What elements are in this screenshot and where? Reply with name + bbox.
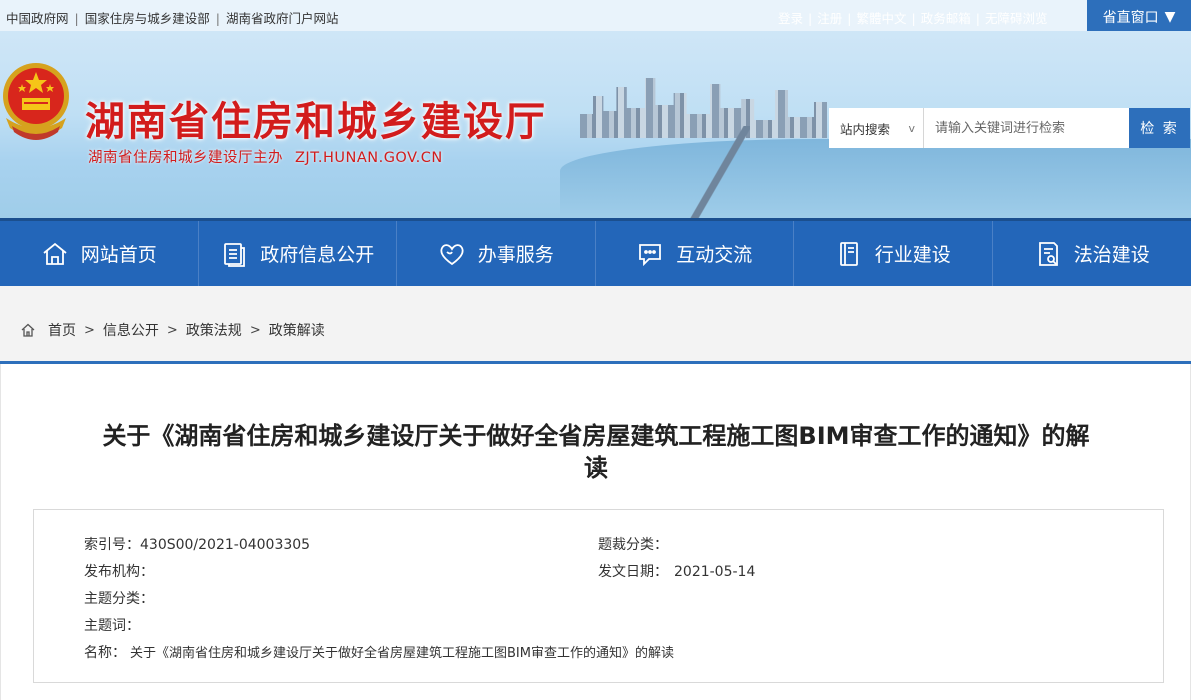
meta-label: 索引号： bbox=[84, 537, 140, 553]
meta-index-number: 索引号：430S00/2021-04003305 bbox=[84, 534, 310, 554]
link-separator: | bbox=[74, 11, 79, 26]
site-title: 湖南省住房和城乡建设厅 bbox=[85, 99, 547, 145]
link-gov-china[interactable]: 中国政府网 bbox=[6, 11, 69, 26]
nav-label: 法治建设 bbox=[1073, 244, 1150, 266]
link-hunan-gov[interactable]: 湖南省政府门户网站 bbox=[226, 11, 339, 26]
link-separator: | bbox=[911, 11, 916, 26]
home-icon bbox=[21, 323, 35, 337]
meta-label: 名称： bbox=[84, 645, 126, 661]
search-scope-label: 站内搜索 bbox=[840, 121, 891, 137]
link-separator: | bbox=[215, 11, 220, 26]
breadcrumb-home[interactable]: 首页 bbox=[48, 320, 76, 340]
breadcrumb-separator: > bbox=[166, 322, 178, 338]
article-content: 关于《湖南省住房和城乡建设厅关于做好全省房屋建筑工程施工图BIM审查工作的通知》… bbox=[0, 364, 1191, 700]
breadcrumb-policy-regulations[interactable]: 政策法规 bbox=[186, 320, 242, 340]
nav-item-services[interactable]: 办事服务 bbox=[397, 221, 596, 286]
register-link[interactable]: 注册 bbox=[817, 11, 842, 26]
law-icon bbox=[1038, 241, 1058, 266]
meta-label: 题裁分类： bbox=[598, 537, 668, 553]
breadcrumb-separator: > bbox=[84, 322, 95, 338]
article-title-line-1: 关于《湖南省住房和城乡建设厅关于做好全省房屋建筑工程施工图BIM审查工作的通知》… bbox=[102, 422, 1090, 450]
dropdown-arrow-icon: ▼ bbox=[1164, 8, 1176, 25]
link-separator: | bbox=[847, 11, 852, 26]
link-separator: | bbox=[808, 11, 813, 26]
chat-icon bbox=[639, 243, 662, 266]
traditional-chinese-link[interactable]: 繁體中文 bbox=[856, 11, 906, 26]
nav-label: 办事服务 bbox=[477, 244, 554, 266]
book-icon bbox=[839, 241, 858, 266]
nav-item-gov-info[interactable]: 政府信息公开 bbox=[199, 221, 397, 286]
site-domain: ZJT.HUNAN.GOV.CN bbox=[295, 150, 443, 166]
meta-value: 430S00/2021-04003305 bbox=[140, 537, 311, 553]
home-icon bbox=[43, 242, 67, 265]
article-title: 关于《湖南省住房和城乡建设厅关于做好全省房屋建筑工程施工图BIM审查工作的通知》… bbox=[31, 420, 1161, 484]
nav-label: 政府信息公开 bbox=[260, 244, 375, 266]
nav-item-industry[interactable]: 行业建设 bbox=[794, 221, 993, 286]
meta-topic-category: 主题分类： bbox=[84, 588, 154, 608]
main-nav: 网站首页 政府信息公开 办事服务 互动交流 行业建设 法治建设 bbox=[0, 218, 1191, 286]
meta-document-name: 名称： 关于《湖南省住房和城乡建设厅关于做好全省房屋建筑工程施工图BIM审查工作的… bbox=[84, 642, 674, 662]
nav-item-interaction[interactable]: 互动交流 bbox=[596, 221, 794, 286]
breadcrumb-policy-interpretation[interactable]: 政策解读 bbox=[269, 320, 325, 340]
top-bar: 中国政府网 | 国家住房与城乡建设部 | 湖南省政府门户网站 登录 | 注册 | 繁體中文 | 政务… bbox=[0, 0, 1191, 33]
link-separator: | bbox=[975, 11, 980, 26]
national-emblem-icon bbox=[3, 63, 69, 140]
provincial-window-button[interactable]: 省直窗口 ▼ bbox=[1087, 0, 1191, 33]
user-links: 登录 | 注册 | 繁體中文 | 政务邮箱 | 无障碍浏览 bbox=[778, 8, 1047, 27]
link-mohurd[interactable]: 国家住房与城乡建设部 bbox=[85, 11, 210, 26]
article-title-line-2: 读 bbox=[584, 454, 608, 482]
nav-item-home[interactable]: 网站首页 bbox=[0, 221, 199, 286]
external-links: 中国政府网 | 国家住房与城乡建设部 | 湖南省政府门户网站 bbox=[6, 8, 338, 27]
document-metadata-box: 索引号：430S00/2021-04003305 题裁分类： 发布机构： 发文日… bbox=[33, 509, 1164, 683]
search-scope-select[interactable]: 站内搜索 v bbox=[829, 108, 924, 148]
breadcrumb-separator: > bbox=[249, 322, 261, 338]
meta-label: 发文日期： bbox=[598, 564, 668, 580]
meta-label: 主题词： bbox=[84, 618, 140, 634]
search-button[interactable]: 检 索 bbox=[1129, 108, 1190, 148]
meta-publisher: 发布机构： bbox=[84, 561, 154, 581]
nav-label: 互动交流 bbox=[676, 244, 753, 266]
chevron-down-icon: v bbox=[908, 121, 915, 135]
meta-value: 关于《湖南省住房和城乡建设厅关于做好全省房屋建筑工程施工图BIM审查工作的通知》… bbox=[130, 646, 674, 661]
nav-label: 网站首页 bbox=[80, 244, 157, 266]
nav-item-rule-of-law[interactable]: 法治建设 bbox=[993, 221, 1191, 286]
provincial-window-label: 省直窗口 bbox=[1102, 9, 1159, 26]
accessibility-link[interactable]: 无障碍浏览 bbox=[985, 11, 1048, 26]
banner-river-image bbox=[560, 139, 1191, 218]
login-link[interactable]: 登录 bbox=[778, 11, 803, 26]
nav-label: 行业建设 bbox=[874, 244, 951, 266]
meta-keywords: 主题词： bbox=[84, 615, 140, 635]
meta-label: 主题分类： bbox=[84, 591, 154, 607]
breadcrumb-info-public[interactable]: 信息公开 bbox=[103, 320, 159, 340]
meta-value: 2021-05-14 bbox=[674, 564, 756, 580]
breadcrumb: 首页 > 信息公开 > 政策法规 > 政策解读 bbox=[20, 320, 325, 340]
banner-bridge-image bbox=[690, 126, 750, 218]
meta-issue-date: 发文日期： 2021-05-14 bbox=[598, 561, 755, 581]
gov-mail-link[interactable]: 政务邮箱 bbox=[921, 11, 971, 26]
document-icon bbox=[224, 242, 246, 267]
meta-label: 发布机构： bbox=[84, 564, 154, 580]
breadcrumb-bar: 首页 > 信息公开 > 政策法规 > 政策解读 bbox=[0, 286, 1191, 363]
site-host-text: 湖南省住房和城乡建设厅主办 bbox=[88, 150, 283, 166]
site-subtitle: 湖南省住房和城乡建设厅主办 ZJT.HUNAN.GOV.CN bbox=[88, 146, 443, 167]
heart-icon bbox=[440, 243, 464, 265]
site-search: 站内搜索 v 检 索 bbox=[829, 108, 1190, 148]
search-input[interactable] bbox=[924, 108, 1129, 148]
meta-genre: 题裁分类： bbox=[598, 534, 668, 554]
